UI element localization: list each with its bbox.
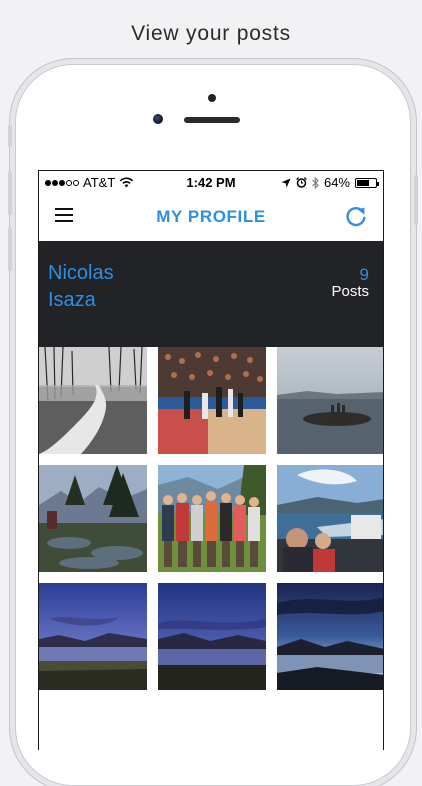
volume-up-button [8,171,12,215]
profile-header: Nicolas Isaza 9 Posts [39,241,383,347]
battery-fill [357,179,369,186]
battery-percent: 64% [323,175,350,190]
status-bar: AT&T 1:42 PM 64% [39,171,383,193]
photo-tile-mountain-view[interactable] [39,465,147,572]
app-screen: AT&T 1:42 PM 64% MY PROFILE Nicolas Isaz… [38,170,384,750]
post-count[interactable]: 9 [309,265,369,285]
photo-tile-lake-rocks[interactable] [277,347,383,454]
proximity-sensor [208,94,216,102]
alarm-clock-icon [296,177,307,188]
profile-last-name: Isaza [48,289,96,311]
bluetooth-icon [312,176,319,189]
location-arrow-icon [281,178,291,187]
earpiece-speaker [184,117,240,123]
volume-down-button [8,227,12,271]
photo-tile-lake-dusk-2[interactable] [158,583,266,690]
photo-tile-boat-selfie[interactable] [277,465,383,572]
refresh-icon[interactable] [343,204,369,230]
front-camera [153,114,163,124]
profile-first-name: Nicolas [48,262,114,284]
photo-tile-basketball-game[interactable] [158,347,266,454]
posts-label: Posts [331,283,369,300]
photo-tile-lake-sunset[interactable] [277,583,383,690]
page-title: MY PROFILE [156,207,266,226]
photo-tile-lake-dusk[interactable] [39,583,147,690]
photo-tile-forest-path[interactable] [39,347,147,454]
power-button [414,175,418,225]
mute-switch [8,125,12,147]
status-right: 64% [281,175,379,190]
navigation-bar: MY PROFILE [39,193,383,241]
caption: View your posts [131,22,291,45]
battery-icon [355,177,379,188]
photo-tile-group-friends[interactable] [158,465,266,572]
